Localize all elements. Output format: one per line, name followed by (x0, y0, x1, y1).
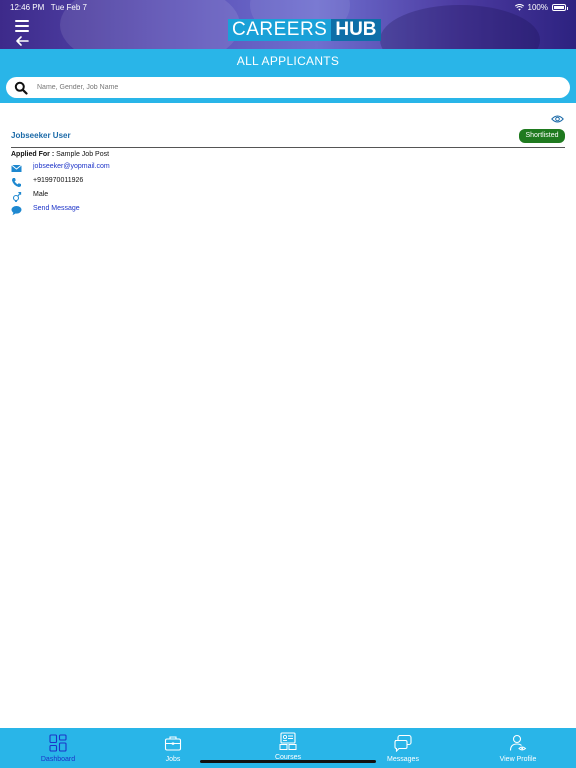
phone-row: +919970011926 (11, 176, 83, 188)
nav-dashboard[interactable]: Dashboard (8, 728, 108, 768)
phone-number: +919970011926 (33, 177, 84, 184)
page-title: ALL APPLICANTS (0, 49, 576, 73)
logo-text-careers: CAREERS (228, 19, 332, 41)
search-icon (14, 81, 28, 95)
search-bar (0, 73, 576, 103)
applied-for-row: Applied For : Sample Job Post (11, 151, 109, 158)
battery-percent: 100% (527, 3, 548, 12)
courses-icon (279, 732, 297, 750)
email-link[interactable]: jobseeker@yopmail.com (33, 163, 110, 170)
gender-value: Male (33, 191, 49, 198)
status-date: Tue Feb 7 (50, 3, 87, 12)
battery-icon (552, 4, 568, 11)
nav-label: View Profile (499, 756, 537, 763)
send-message-row: Send Message (11, 204, 80, 216)
careers-hub-logo: CAREERS HUB (228, 19, 381, 41)
envelope-icon (11, 164, 22, 172)
nav-label: Dashboard (40, 756, 76, 763)
search-input[interactable] (37, 80, 557, 95)
email-row: jobseeker@yopmail.com (11, 162, 110, 174)
messages-icon (394, 734, 412, 752)
gender-row: Male (11, 190, 48, 202)
back-arrow-icon[interactable] (14, 35, 30, 47)
gender-icon (12, 191, 22, 202)
chat-bubble-icon (11, 205, 22, 215)
view-applicant-eye-icon[interactable] (551, 114, 564, 124)
logo-text-hub: HUB (331, 19, 381, 41)
profile-icon (509, 734, 527, 751)
send-message-link[interactable]: Send Message (33, 205, 80, 212)
status-bar: 12:46 PM Tue Feb 7 100% (0, 0, 576, 14)
search-box[interactable] (6, 77, 570, 98)
status-badge: Shortlisted (519, 129, 565, 143)
status-time: 12:46 PM Tue Feb 7 (10, 3, 87, 12)
status-clock: 12:46 PM (10, 3, 45, 12)
status-indicators: 100% (514, 3, 568, 12)
card-divider (11, 147, 565, 148)
home-indicator[interactable] (200, 760, 376, 763)
phone-icon (11, 177, 21, 187)
header-banner: 12:46 PM Tue Feb 7 100% CAREERS HUB (0, 0, 576, 49)
applied-for-label: Applied For : (11, 151, 55, 158)
wifi-icon (514, 4, 524, 11)
hamburger-menu-icon[interactable] (15, 20, 29, 32)
dashboard-icon (49, 734, 67, 752)
nav-view-profile[interactable]: View Profile (468, 728, 568, 768)
applied-for-value: Sample Job Post (56, 151, 110, 158)
briefcase-icon (164, 736, 182, 751)
applicant-name[interactable]: Jobseeker User (11, 131, 71, 140)
